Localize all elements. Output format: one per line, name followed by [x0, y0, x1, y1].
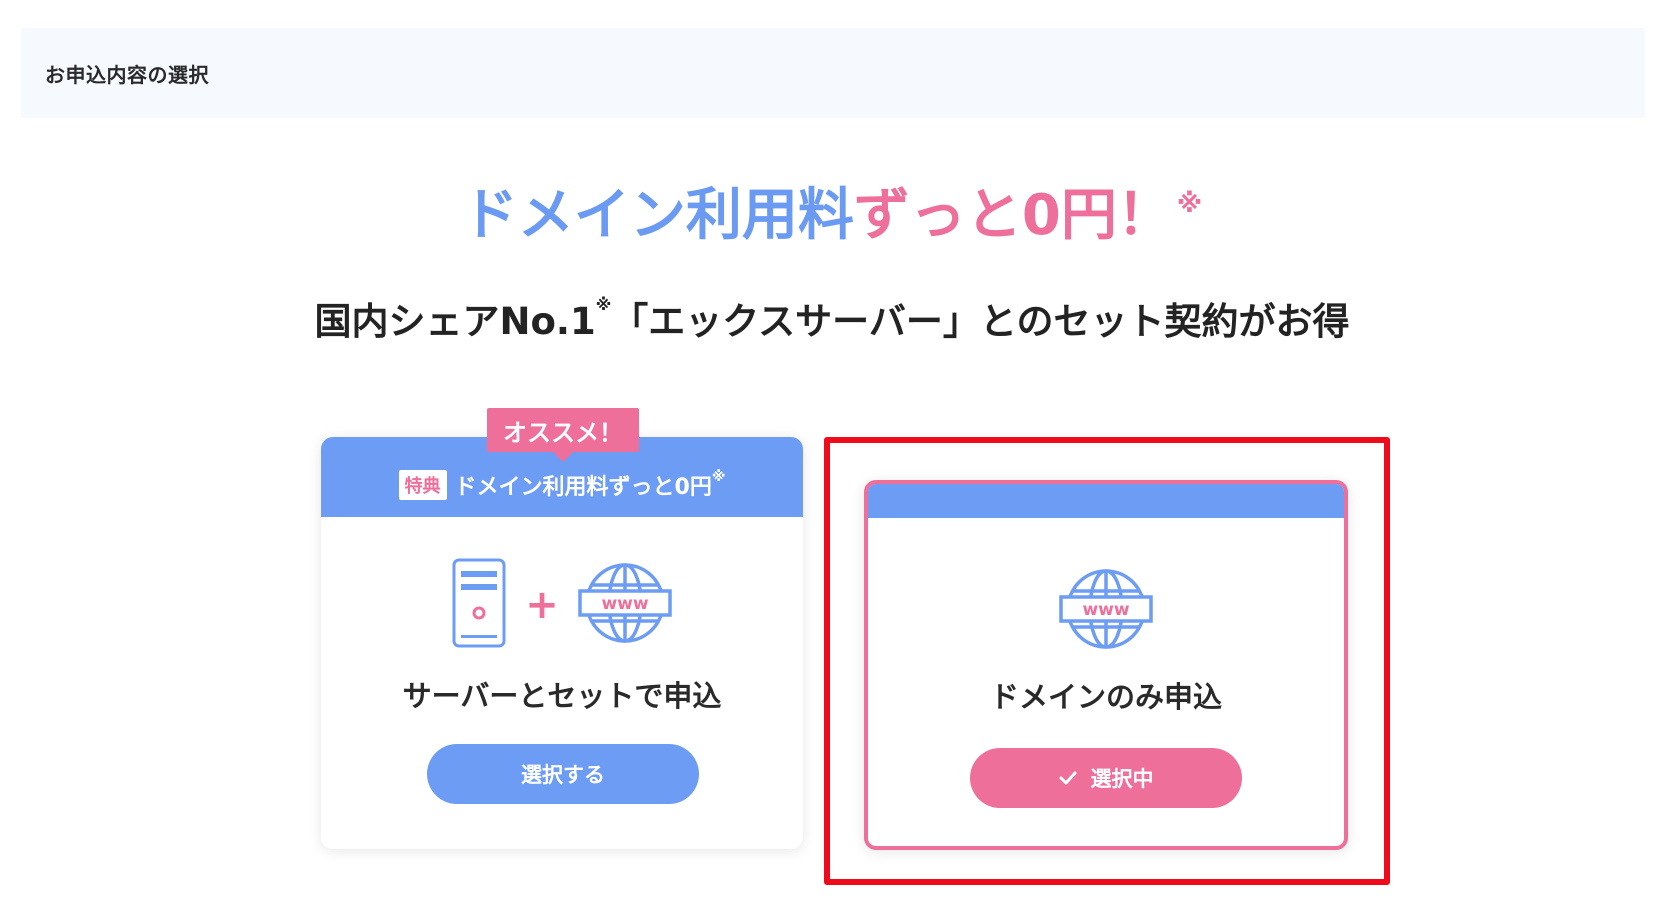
- svg-text:www: www: [1082, 600, 1129, 620]
- globe-www-icon: www: [577, 560, 673, 650]
- benefit-text: ドメイン利用料ずっと0円※: [454, 469, 726, 500]
- svg-text:www: www: [601, 594, 648, 614]
- headline-note-mark: ※: [1176, 189, 1203, 219]
- headline-pink-text: ずっと0円！: [853, 183, 1173, 248]
- domain-only-band: [868, 484, 1344, 518]
- headline: ドメイン利用料ずっと0円！ ※: [0, 183, 1664, 248]
- recommend-tag-text: オススメ！: [503, 418, 623, 447]
- selected-domain-only-button[interactable]: 選択中: [970, 748, 1242, 808]
- server-set-card[interactable]: 特典 ドメイン利用料ずっと0円※ + www サーバーとセットで申込 選択する: [321, 437, 803, 849]
- domain-icon-wrap: www: [868, 566, 1344, 656]
- page: お申込内容の選択 ドメイン利用料ずっと0円！ ※ 国内シェアNo.1※「エックスサ…: [0, 0, 1664, 914]
- subheadline-text-before: 国内シェアNo.1: [314, 300, 596, 343]
- check-icon: [1059, 766, 1077, 790]
- server-set-label: サーバーとセットで申込: [402, 679, 722, 713]
- domain-only-label: ドメインのみ申込: [989, 680, 1222, 714]
- server-plus-domain-icons: + www: [321, 555, 803, 655]
- select-server-set-button[interactable]: 選択する: [427, 744, 699, 804]
- server-icon: [451, 557, 507, 653]
- domain-only-card[interactable]: www ドメインのみ申込 選択中: [864, 480, 1348, 850]
- subheadline-text-after: 「エックスサーバー」とのセット契約がお得: [611, 300, 1350, 343]
- headline-blue-text: ドメイン利用料: [461, 183, 854, 248]
- subheadline: 国内シェアNo.1※「エックスサーバー」とのセット契約がお得: [0, 291, 1664, 345]
- selected-button-label: 選択中: [1090, 767, 1154, 791]
- subheadline-note-mark: ※: [595, 295, 612, 314]
- globe-www-icon: www: [1058, 566, 1154, 656]
- select-button-label: 選択する: [521, 763, 605, 787]
- benefit-badge: 特典: [398, 470, 447, 500]
- recommend-tag: オススメ！: [487, 408, 639, 462]
- section-title: お申込内容の選択: [45, 62, 209, 87]
- plus-icon: +: [525, 582, 559, 628]
- section-header: お申込内容の選択: [21, 28, 1645, 118]
